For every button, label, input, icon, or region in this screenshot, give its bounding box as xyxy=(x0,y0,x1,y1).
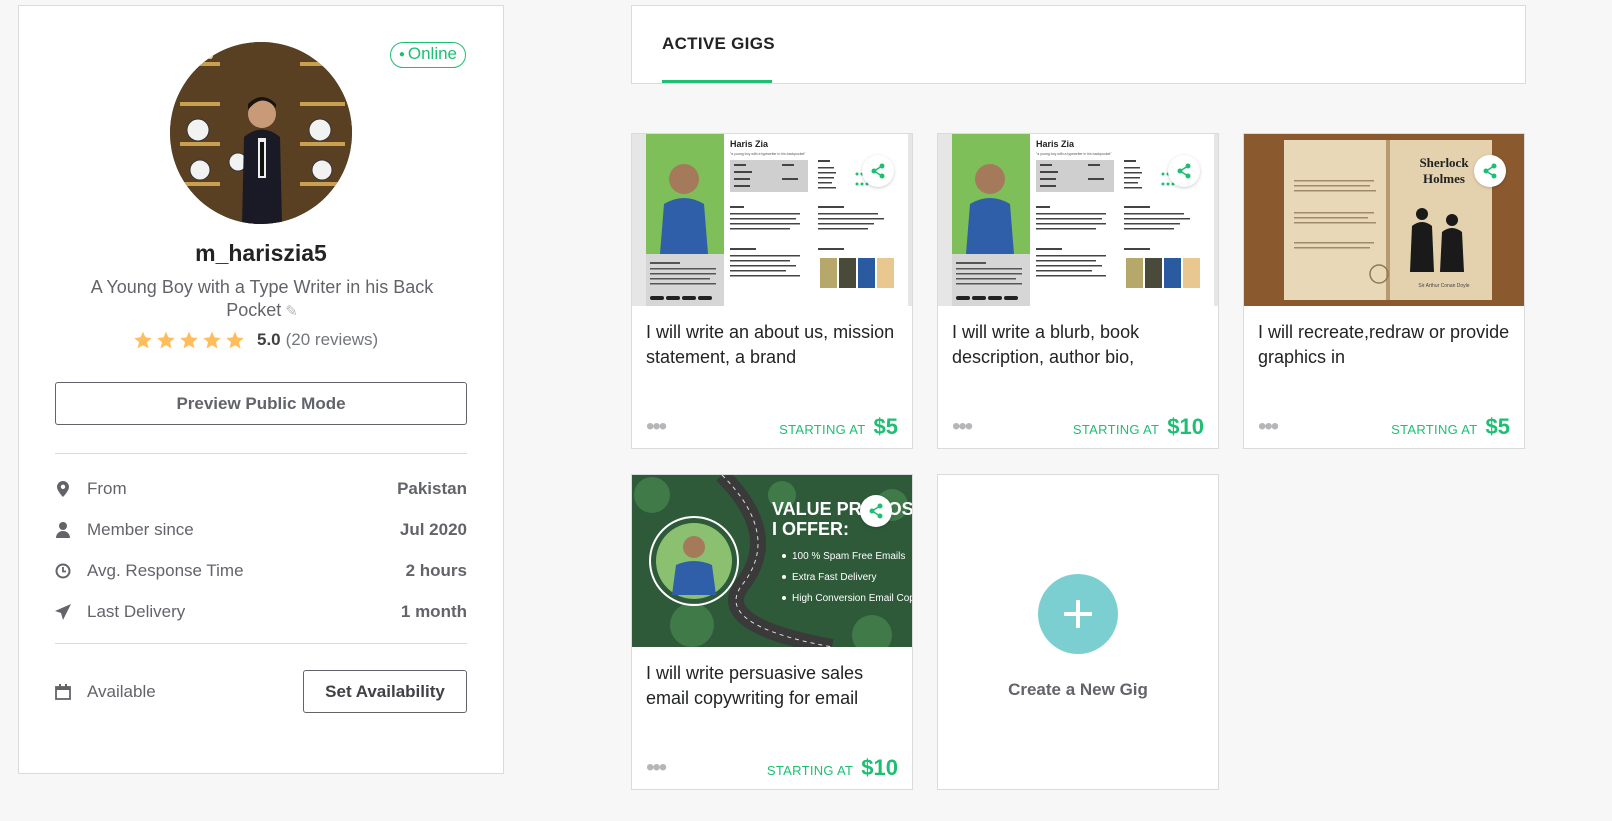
more-options-icon[interactable]: ••• xyxy=(646,415,667,439)
availability-row: Available Set Availability xyxy=(55,670,467,713)
info-label: Last Delivery xyxy=(87,602,186,621)
gig-card[interactable]: Haris Zia "a young boy with a typewriter… xyxy=(631,133,913,449)
paper-plane-icon xyxy=(55,604,71,620)
gig-price-block: STARTING AT $10 xyxy=(1073,414,1204,440)
user-icon xyxy=(55,522,71,538)
share-icon[interactable] xyxy=(862,155,894,187)
username: m_hariszia5 xyxy=(195,240,327,266)
info-label: Avg. Response Time xyxy=(87,561,244,580)
thumb-heading-2: I OFFER: xyxy=(772,519,849,539)
thumb-point: 100 % Spam Free Emails xyxy=(792,551,905,562)
thumb-point: High Conversion Email Copy xyxy=(792,593,912,604)
info-label: From xyxy=(87,479,127,498)
tagline-line-1: A Young Boy with a Type Writer in his Ba… xyxy=(90,277,434,297)
tab-active-gigs[interactable]: ACTIVE GIGS xyxy=(662,34,775,54)
gig-price: $10 xyxy=(1167,414,1204,439)
gig-price: $5 xyxy=(873,414,898,439)
thumb-title-1: Sherlock xyxy=(1419,155,1469,170)
plus-icon[interactable] xyxy=(1038,574,1118,654)
gig-thumbnail[interactable]: Haris Zia "a young boy with a typewriter… xyxy=(938,134,1218,306)
thumb-subtitle: "a young boy with a typewriter in his ba… xyxy=(1036,152,1112,156)
thumb-title-2: Holmes xyxy=(1423,171,1465,186)
gig-thumbnail[interactable]: Haris Zia "a young boy with a typewriter… xyxy=(632,134,912,306)
gig-footer: ••• STARTING AT $10 xyxy=(952,414,1204,440)
thumb-point: Extra Fast Delivery xyxy=(792,572,876,583)
share-icon[interactable] xyxy=(1168,155,1200,187)
gig-card[interactable]: Sherlock Holmes Sir Arthur Conan Doyle I… xyxy=(1243,133,1525,449)
clock-icon xyxy=(55,563,71,579)
star-icon xyxy=(134,331,152,349)
info-value: Jul 2020 xyxy=(399,520,467,539)
info-row-last-delivery: Last Delivery 1 month xyxy=(55,600,467,624)
more-options-icon[interactable]: ••• xyxy=(1258,415,1279,439)
info-value: 1 month xyxy=(400,602,467,621)
gig-footer: ••• STARTING AT $5 xyxy=(1258,414,1510,440)
star-icon xyxy=(157,331,175,349)
share-icon[interactable] xyxy=(860,495,892,527)
gig-card[interactable]: Haris Zia "a young boy with a typewriter… xyxy=(937,133,1219,449)
profile-card: ● Online m_hariszia5 A Young Boy with a T… xyxy=(18,5,504,774)
info-row-from: From Pakistan xyxy=(55,477,467,501)
more-options-icon[interactable]: ••• xyxy=(952,415,973,439)
gig-footer: ••• STARTING AT $5 xyxy=(646,414,898,440)
starting-at-label: STARTING AT xyxy=(766,763,854,778)
create-new-gig-card[interactable]: Create a New Gig xyxy=(937,474,1219,790)
tagline-line-2: Pocket xyxy=(226,300,282,320)
gig-thumbnail[interactable]: Sherlock Holmes Sir Arthur Conan Doyle xyxy=(1244,134,1524,306)
info-value: 2 hours xyxy=(405,561,467,580)
rating-count[interactable]: (20 reviews) xyxy=(286,330,379,350)
star-icon xyxy=(180,331,198,349)
online-status-label: Online xyxy=(407,44,457,63)
calendar-icon xyxy=(55,683,71,700)
info-value: Pakistan xyxy=(397,479,467,498)
thumb-subtitle: "a young boy with a typewriter in his ba… xyxy=(730,152,806,156)
starting-at-label: STARTING AT xyxy=(1072,422,1160,437)
star-rating xyxy=(133,330,245,350)
create-new-gig-label[interactable]: Create a New Gig xyxy=(938,680,1218,700)
info-row-member-since: Member since Jul 2020 xyxy=(55,518,467,542)
rating-row: 5.0 (20 reviews) xyxy=(133,330,378,350)
preview-public-mode-button[interactable]: Preview Public Mode xyxy=(55,382,467,425)
availability-label: Available xyxy=(87,681,156,701)
thumb-name: Haris Zia xyxy=(1036,139,1075,149)
avatar[interactable] xyxy=(170,42,352,224)
location-pin-icon xyxy=(55,481,71,497)
profile-tagline: A Young Boy with a Type Writer in his Ba… xyxy=(79,276,445,323)
pencil-edit-icon[interactable]: ✎ xyxy=(285,300,298,323)
gig-thumbnail[interactable]: VALUE PROPOSITION I OFFER: 100 % Spam Fr… xyxy=(632,475,912,647)
info-label: Member since xyxy=(87,520,194,539)
divider xyxy=(55,643,467,644)
divider xyxy=(55,453,467,454)
set-availability-button[interactable]: Set Availability xyxy=(303,670,467,713)
active-tab-underline xyxy=(662,80,772,83)
gig-price-block: STARTING AT $5 xyxy=(779,414,898,440)
thumb-author: Sir Arthur Conan Doyle xyxy=(1418,283,1469,289)
gig-price: $10 xyxy=(861,755,898,780)
gigs-tab-bar: ACTIVE GIGS xyxy=(631,5,1526,84)
rating-value: 5.0 xyxy=(257,330,281,349)
starting-at-label: STARTING AT xyxy=(1391,422,1478,437)
gig-footer: ••• STARTING AT $10 xyxy=(646,755,898,781)
more-options-icon[interactable]: ••• xyxy=(646,756,667,780)
gig-card[interactable]: VALUE PROPOSITION I OFFER: 100 % Spam Fr… xyxy=(631,474,913,790)
star-icon xyxy=(226,331,244,349)
gig-title[interactable]: I will write persuasive sales email copy… xyxy=(632,647,912,713)
starting-at-label: STARTING AT xyxy=(779,422,866,437)
gig-price: $5 xyxy=(1485,414,1510,439)
gig-title[interactable]: I will write an about us, mission statem… xyxy=(632,306,912,372)
gig-price-block: STARTING AT $10 xyxy=(767,755,898,781)
share-icon[interactable] xyxy=(1474,155,1506,187)
star-icon xyxy=(203,331,221,349)
online-status-badge: ● Online xyxy=(389,42,466,68)
thumb-name: Haris Zia xyxy=(730,139,769,149)
gig-price-block: STARTING AT $5 xyxy=(1391,414,1510,440)
info-row-response-time: Avg. Response Time 2 hours xyxy=(55,559,467,583)
gig-title[interactable]: I will recreate,redraw or provide graphi… xyxy=(1244,306,1524,372)
gig-title[interactable]: I will write a blurb, book description, … xyxy=(938,306,1218,372)
